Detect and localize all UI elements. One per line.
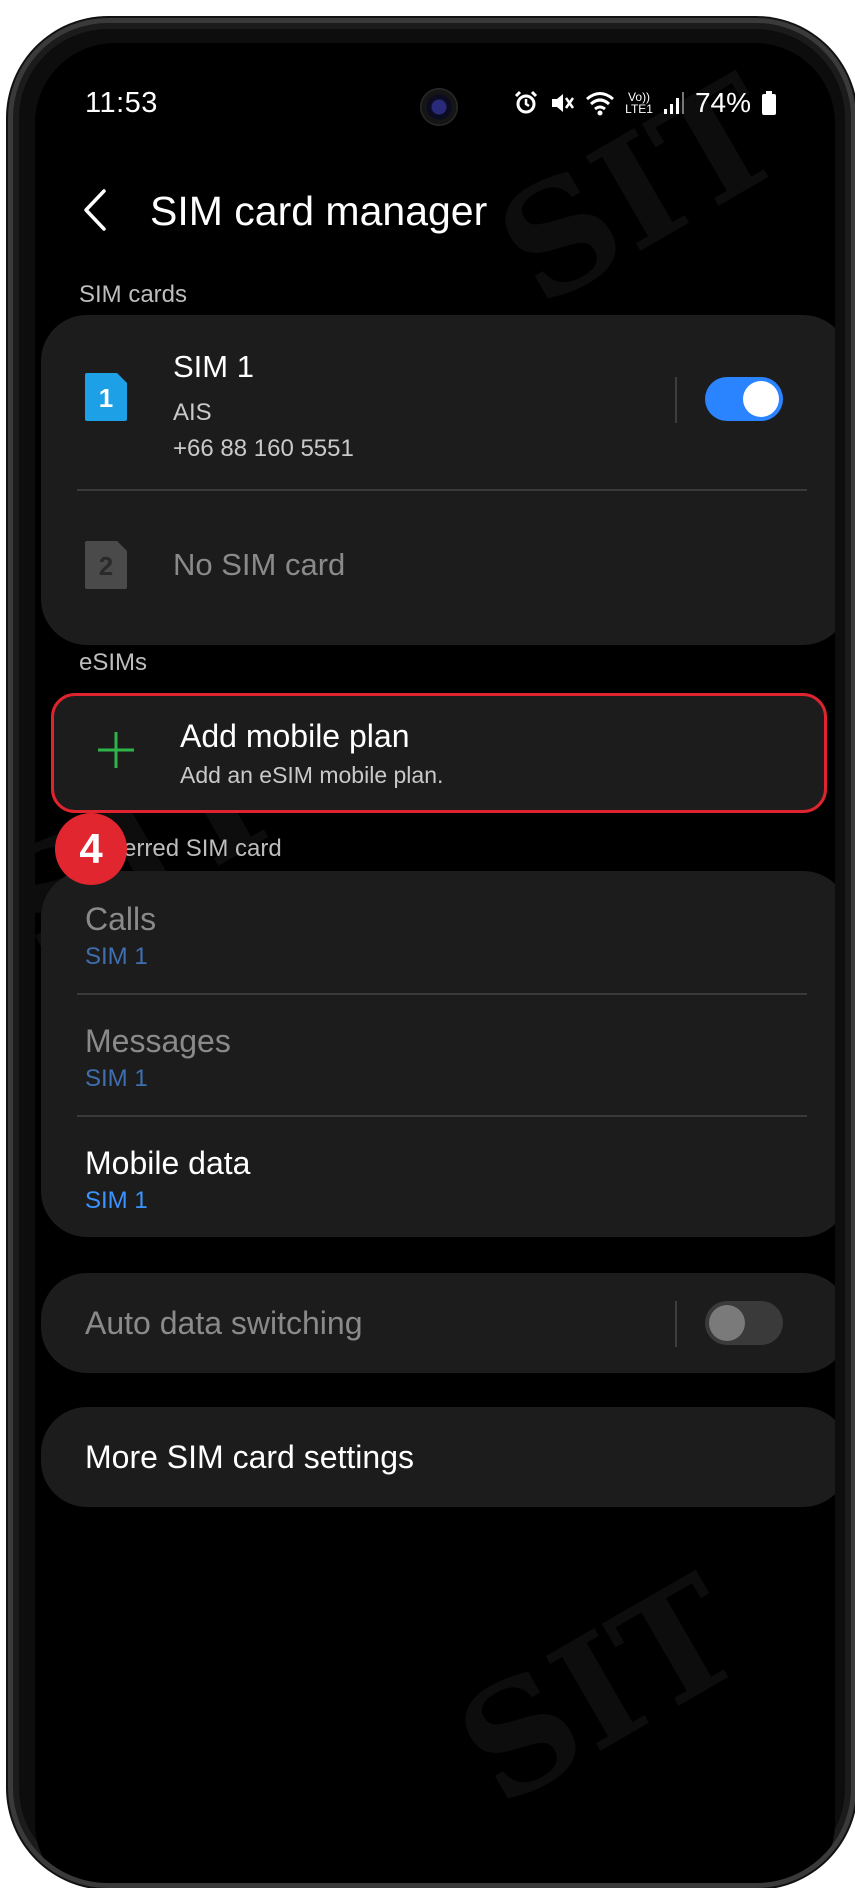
calls-value: SIM 1 (85, 943, 148, 970)
more-sim-settings-title: More SIM card settings (85, 1439, 414, 1475)
back-button[interactable] (65, 182, 125, 242)
sim1-name: SIM 1 (173, 349, 254, 384)
auto-data-toggle-knob (709, 1305, 745, 1341)
plus-icon (94, 728, 138, 772)
phone-frame: SIT SIT SIT 11:53 Vo)) LTE1 74% SIM card… (8, 18, 855, 1888)
mute-icon (549, 90, 575, 116)
sim1-slot-number: 1 (99, 383, 113, 413)
preferred-sim-card: Calls SIM 1 Messages SIM 1 Mobile data S… (41, 871, 835, 1237)
sim1-toggle-knob (743, 381, 779, 417)
sim1-number: +66 88 160 5551 (173, 435, 354, 462)
page-title: SIM card manager (150, 188, 488, 234)
signal-icon (663, 91, 685, 115)
battery-icon (761, 90, 777, 116)
auto-data-separator (675, 1301, 677, 1347)
add-mobile-plan-title: Add mobile plan (180, 718, 410, 754)
front-camera (420, 88, 458, 126)
chevron-left-icon (80, 188, 110, 237)
status-time: 11:53 (85, 87, 158, 119)
more-sim-settings-button[interactable]: More SIM card settings (41, 1407, 835, 1507)
messages-title: Messages (85, 1023, 231, 1059)
sim1-separator (675, 377, 677, 423)
battery-percent: 74% (694, 87, 751, 118)
sim2-name: No SIM card (173, 547, 346, 582)
step-number-badge: 4 (55, 813, 127, 885)
auto-data-switching-card[interactable]: Auto data switching (41, 1273, 835, 1373)
messages-row[interactable]: Messages SIM 1 (41, 995, 835, 1115)
wifi-icon (585, 90, 615, 116)
sim-card-1-icon: 1 (83, 371, 129, 423)
add-mobile-plan-button[interactable]: Add mobile plan Add an eSIM mobile plan. (51, 693, 827, 813)
section-label-sim-cards: SIM cards (79, 281, 188, 308)
mobile-data-title: Mobile data (85, 1145, 251, 1181)
app-header: SIM card manager (35, 178, 835, 258)
mobile-data-row[interactable]: Mobile data SIM 1 (41, 1117, 835, 1237)
calls-title: Calls (85, 901, 157, 937)
status-icons: Vo)) LTE1 74% (513, 87, 777, 119)
lte-label: LTE1 (625, 102, 653, 116)
sim1-carrier: AIS (173, 399, 212, 426)
sim1-toggle[interactable] (705, 377, 783, 421)
sim-cards-card: 1 SIM 1 AIS +66 88 160 5551 2 No SIM car… (41, 315, 835, 645)
status-bar: 11:53 Vo)) LTE1 74% (35, 43, 835, 143)
calls-row[interactable]: Calls SIM 1 (41, 871, 835, 993)
add-mobile-plan-subtitle: Add an eSIM mobile plan. (180, 762, 444, 788)
auto-data-switching-toggle[interactable] (705, 1301, 783, 1345)
sim-divider (77, 489, 807, 491)
section-label-esims: eSIMs (79, 649, 148, 676)
sim2-slot-number: 2 (99, 551, 113, 581)
watermark-logo: SIT (430, 1542, 770, 1840)
screen: SIT SIT SIT 11:53 Vo)) LTE1 74% SIM card… (35, 43, 835, 1883)
auto-data-switching-title: Auto data switching (85, 1305, 363, 1341)
volte-indicator: Vo)) LTE1 (625, 91, 653, 115)
sim1-row[interactable]: 1 SIM 1 AIS +66 88 160 5551 (41, 315, 835, 485)
mobile-data-value: SIM 1 (85, 1187, 148, 1214)
sim-card-2-icon: 2 (83, 539, 129, 591)
messages-value: SIM 1 (85, 1065, 148, 1092)
sim2-row[interactable]: 2 No SIM card (41, 493, 835, 643)
alarm-icon (513, 90, 539, 116)
